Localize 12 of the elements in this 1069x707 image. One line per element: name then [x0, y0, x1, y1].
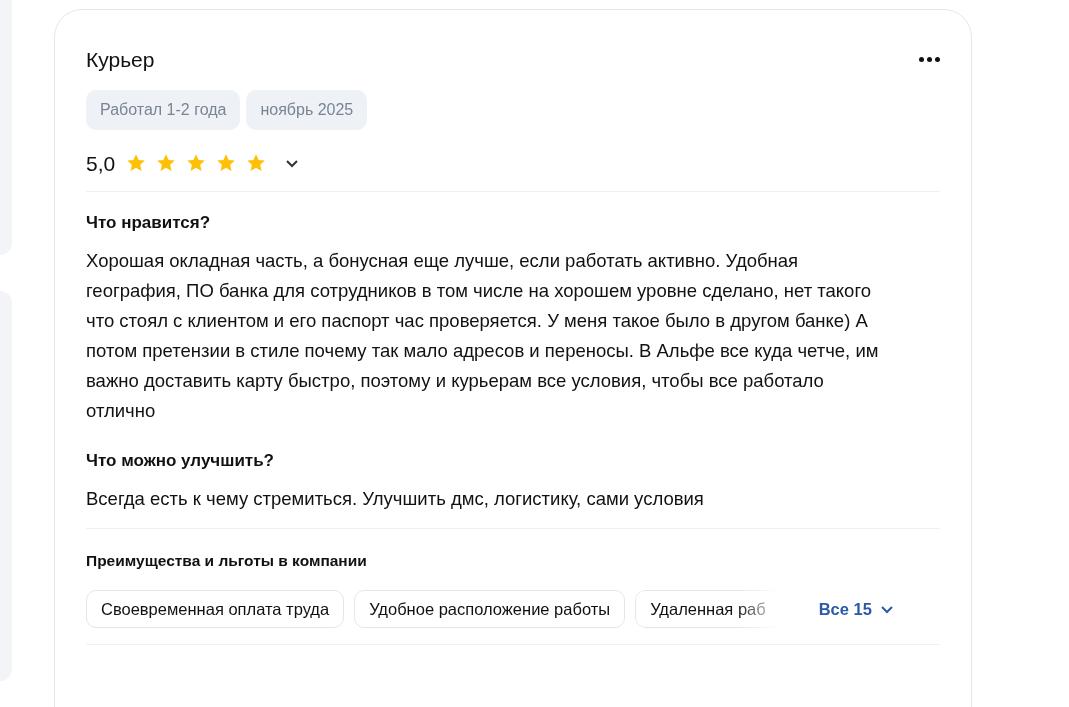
benefit-chip: Своевременная оплата труда [86, 590, 345, 629]
review-title: Курьер [86, 47, 155, 73]
show-all-button[interactable]: Все 15 [818, 596, 894, 622]
review-text: Хорошая окладная часть, а бонусная еще лучше, если работать активно. Удобная география, ПО банка для сотрудников в том числе на хорошем уровне сделано, нет такого что стоял с клиентом и его паспорт час проверяется. У меня такое было в другом банке) А потом претензии в стиле почему так мало адресов и переносы. В Альфе все куда четче, им важно доставить карту быстро, поэтому и курьерам все условия, чтобы все работало отлично [86, 249, 880, 423]
review-text: Всегда есть к чему стремиться. Улучшить дмс, логистику, сами условия [86, 487, 705, 511]
tag: ноябрь 2025 [246, 89, 368, 130]
benefit-chip: Удобное расположение работы [354, 590, 626, 629]
tag: Работал 1-2 года [86, 89, 241, 130]
section-heading: Что можно улучшить? [86, 450, 275, 472]
benefits-heading: Преимущества и льготы в компании [86, 551, 368, 571]
rating-value: 5,0 [86, 150, 116, 177]
section-heading: Что нравится? [86, 212, 212, 234]
